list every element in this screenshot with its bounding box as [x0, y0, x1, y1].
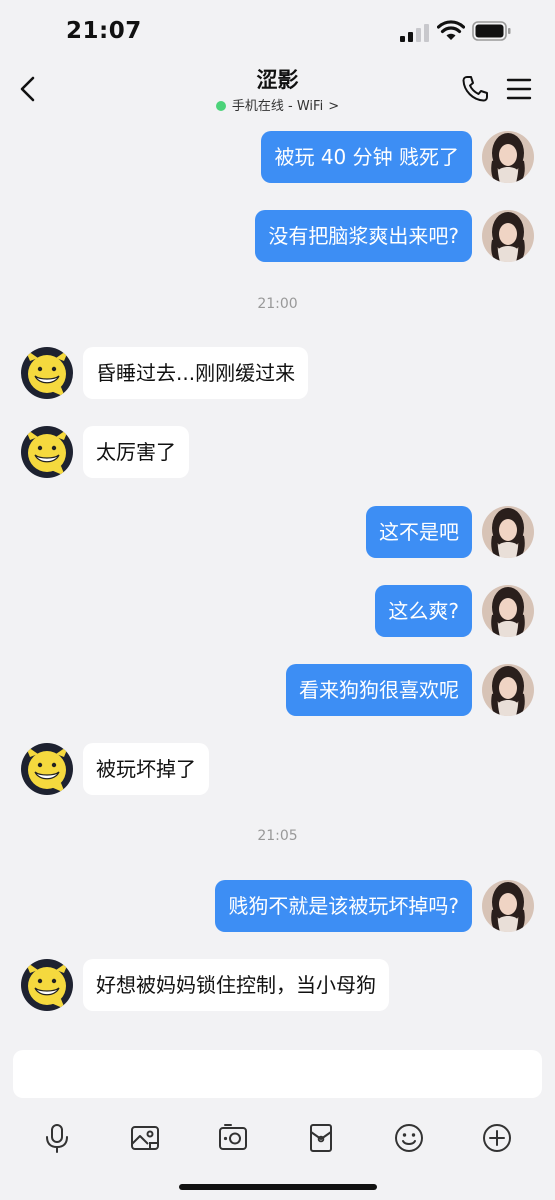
message-input[interactable] [13, 1050, 542, 1098]
my-avatar[interactable] [482, 664, 534, 716]
message-bubble[interactable]: 昏睡过去...刚刚缓过来 [83, 347, 309, 399]
plus-icon[interactable] [481, 1122, 513, 1154]
nav-bar: 涩影 手机在线 - WiFi > [0, 62, 555, 118]
message-bubble[interactable]: 太厉害了 [83, 426, 189, 478]
cellular-signal-icon [400, 24, 429, 42]
chat-timestamp: 21:00 [257, 296, 298, 312]
my-avatar[interactable] [482, 506, 534, 558]
online-dot-icon [215, 101, 226, 111]
status-bar: 21:07 [0, 0, 555, 62]
phone-call-icon[interactable] [460, 74, 490, 104]
contact-avatar[interactable] [21, 347, 73, 399]
presence-text: 手机在线 - WiFi [231, 99, 324, 114]
message-bubble[interactable]: 这不是吧 [366, 506, 472, 558]
battery-icon [472, 21, 511, 41]
message-bubble[interactable]: 看来狗狗很喜欢呢 [286, 664, 472, 716]
chevron-right-icon: > [328, 99, 340, 114]
microphone-icon[interactable] [41, 1122, 73, 1154]
message-bubble[interactable]: 贱狗不就是该被玩坏掉吗? [215, 880, 472, 932]
my-avatar[interactable] [482, 585, 534, 637]
menu-icon[interactable] [506, 76, 532, 102]
my-avatar[interactable] [482, 131, 534, 183]
my-avatar[interactable] [482, 210, 534, 262]
home-indicator [179, 1184, 377, 1190]
camera-icon[interactable] [217, 1122, 249, 1154]
status-time: 21:07 [66, 18, 142, 44]
red-packet-icon[interactable] [305, 1122, 337, 1154]
wifi-icon [437, 20, 465, 40]
chat-timestamp: 21:05 [257, 828, 298, 844]
contact-avatar[interactable] [21, 743, 73, 795]
contact-avatar[interactable] [21, 426, 73, 478]
message-bubble[interactable]: 好想被妈妈锁住控制，当小母狗 [83, 959, 389, 1011]
message-bubble[interactable]: 这么爽? [375, 585, 472, 637]
contact-avatar[interactable] [21, 959, 73, 1011]
message-bubble[interactable]: 没有把脑浆爽出来吧? [255, 210, 472, 262]
message-bubble[interactable]: 被玩坏掉了 [83, 743, 209, 795]
message-bubble[interactable]: 被玩 40 分钟 贱死了 [261, 131, 472, 183]
my-avatar[interactable] [482, 880, 534, 932]
composer [0, 1040, 555, 1200]
emoji-icon[interactable] [393, 1122, 425, 1154]
image-icon[interactable] [129, 1122, 161, 1154]
